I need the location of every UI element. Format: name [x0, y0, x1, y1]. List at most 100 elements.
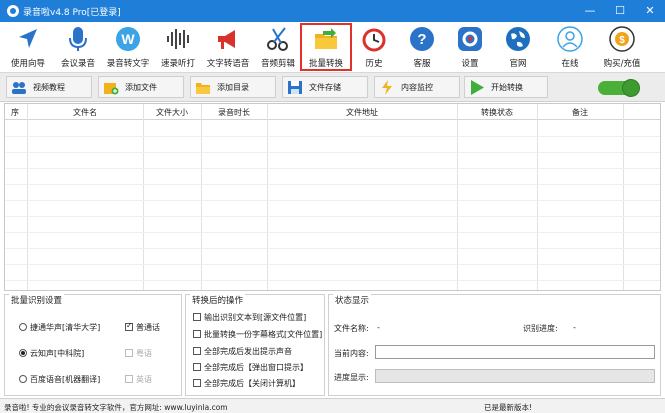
after-convert-option-2[interactable]: 批量转换一份字幕格式[文件位置] — [193, 329, 322, 340]
add-folder-button[interactable]: 添加目录 — [190, 76, 276, 98]
start-convert-label: 开始转换 — [491, 83, 523, 92]
checkbox-icon[interactable] — [193, 330, 201, 338]
after-convert-option-1[interactable]: 输出识别文本到[源文件位置] — [193, 312, 306, 323]
language-option-english[interactable]: 英语 — [125, 374, 152, 385]
toolbar-label: 购买/充值 — [603, 59, 641, 69]
add-file-button[interactable]: 添加文件 — [98, 76, 184, 98]
file-save-button[interactable]: 文件存储 — [282, 76, 368, 98]
checkbox-icon[interactable] — [125, 375, 133, 383]
column-header-status[interactable]: 转换状态 — [457, 107, 537, 118]
progress-label: 识别进度: — [523, 324, 558, 333]
language-cantonese-label: 粤语 — [136, 349, 152, 358]
table-row[interactable] — [5, 264, 660, 265]
status-title: 状态显示 — [333, 294, 372, 306]
toolbar-settings-button[interactable]: 设置 — [444, 23, 496, 71]
table-row[interactable] — [5, 168, 660, 169]
add-file-label: 添加文件 — [125, 83, 157, 92]
table-row[interactable] — [5, 200, 660, 201]
toggle-knob — [622, 79, 640, 97]
language-option-mandarin[interactable]: 普通话 — [125, 321, 160, 333]
checkbox-icon[interactable] — [193, 347, 201, 355]
table-row[interactable] — [5, 152, 660, 153]
column-header-index[interactable]: 序 — [11, 107, 25, 118]
batch-settings-panel: 批量识别设置 捷通华声[清华大学] 云知声[中科院] 百度语音[机器翻译] 普通… — [4, 294, 182, 396]
current-content-label: 当前内容: — [334, 349, 369, 358]
toolbar-meeting-record-button[interactable]: 会议录音 — [52, 23, 104, 71]
after-convert-option-4[interactable]: 全部完成后【弹出窗口提示】 — [193, 362, 308, 373]
toolbar-label: 批量转换 — [308, 59, 343, 69]
app-logo-icon — [7, 5, 19, 17]
checkbox-checked-icon[interactable] — [125, 321, 133, 331]
maximize-button[interactable]: ☐ — [605, 0, 635, 22]
engine-option-1[interactable]: 捷通华声[清华大学] — [19, 322, 100, 333]
table-row[interactable] — [5, 280, 660, 281]
toolbar-history-button[interactable]: 历史 — [348, 23, 400, 71]
table-row[interactable] — [5, 232, 660, 233]
status-panel: 状态显示 文件名称: - 识别进度: - 当前内容: 进度显示: — [328, 294, 661, 396]
coin-icon: $ — [609, 26, 635, 52]
close-button[interactable]: ✕ — [635, 0, 665, 22]
radio-selected-icon[interactable] — [19, 349, 27, 357]
video-tutorial-button[interactable]: 视频教程 — [6, 76, 92, 98]
checkbox-icon[interactable] — [193, 379, 201, 387]
table-row[interactable] — [5, 248, 660, 249]
toolbar-purchase-button[interactable]: $ 购买/充值 — [596, 23, 648, 71]
progress-display-label: 进度显示: — [334, 373, 369, 382]
folder-icon — [315, 28, 337, 49]
toolbar-label: 会议录音 — [60, 59, 95, 69]
word-icon: W — [116, 27, 140, 51]
toolbar-website-button[interactable]: 官网 — [492, 23, 544, 71]
status-bar: 录音啦! 专业的会议录音转文字软件，官方网址: www.luyinla.com … — [0, 398, 665, 413]
history-icon — [362, 28, 386, 52]
settings-icon — [458, 27, 482, 51]
toolbar-online-button[interactable]: 在线 — [544, 23, 596, 71]
title-bar: 录音啦v4.8 Pro[已登录] — ☐ ✕ — [0, 0, 665, 22]
current-content-field[interactable] — [375, 345, 655, 359]
column-header-filename[interactable]: 文件名 — [27, 107, 143, 118]
toolbar-dictation-button[interactable]: 速录听打 — [152, 23, 204, 71]
column-header-notes[interactable]: 备注 — [537, 107, 623, 118]
column-divider — [457, 104, 458, 290]
toolbar-guide-button[interactable]: 使用向导 — [2, 23, 54, 71]
guide-icon — [19, 29, 37, 48]
column-divider — [201, 104, 202, 290]
after-convert-option-5[interactable]: 全部完成后【关闭计算机】 — [193, 378, 300, 389]
file-name-value: - — [377, 323, 380, 332]
toggle-switch[interactable] — [598, 79, 640, 97]
toolbar-text-to-speech-button[interactable]: 文字转语音 — [202, 23, 254, 71]
engine-option-2[interactable]: 云知声[中科院] — [19, 348, 84, 359]
toolbar-label: 设置 — [461, 59, 479, 69]
globe-icon — [506, 27, 530, 51]
language-option-cantonese[interactable]: 粤语 — [125, 348, 152, 359]
engine-option-3-label: 百度语音[机器翻译] — [30, 375, 101, 384]
column-header-path[interactable]: 文件地址 — [267, 107, 457, 118]
svg-text:W: W — [121, 31, 135, 47]
table-row[interactable] — [5, 216, 660, 217]
toolbar-batch-convert-button[interactable]: 批量转换 — [300, 23, 352, 71]
table-row[interactable] — [5, 136, 660, 137]
radio-icon[interactable] — [19, 323, 27, 331]
checkbox-icon[interactable] — [125, 349, 133, 357]
checkbox-icon[interactable] — [193, 363, 201, 371]
column-header-filesize[interactable]: 文件大小 — [143, 107, 201, 118]
checkbox-icon[interactable] — [193, 313, 201, 321]
action-toolbar: 视频教程 添加文件 添加目录 文件存储 内容监控 开始转换 — [0, 72, 665, 102]
content-monitor-button[interactable]: 内容监控 — [374, 76, 460, 98]
engine-option-3[interactable]: 百度语音[机器翻译] — [19, 374, 100, 385]
toolbar-support-button[interactable]: ? 客服 — [396, 23, 448, 71]
radio-icon[interactable] — [19, 375, 27, 383]
video-tutorial-label: 视频教程 — [33, 83, 65, 92]
minimize-button[interactable]: — — [575, 0, 605, 22]
toolbar-audio-edit-button[interactable]: 音频剪辑 — [252, 23, 304, 71]
after-convert-option-3-label: 全部完成后发出提示声音 — [204, 347, 292, 356]
file-save-label: 文件存储 — [309, 83, 341, 92]
after-convert-option-3[interactable]: 全部完成后发出提示声音 — [193, 346, 292, 357]
main-toolbar: 使用向导 会议录音 W 录音转文字 速录听打 文字转语音 音频剪辑 批量转换 历… — [0, 22, 665, 72]
table-row[interactable] — [5, 184, 660, 185]
content-monitor-label: 内容监控 — [401, 83, 433, 92]
column-header-duration[interactable]: 录音时长 — [201, 107, 267, 118]
toolbar-audio-to-text-button[interactable]: W 录音转文字 — [102, 23, 154, 71]
toolbar-label: 录音转文字 — [106, 59, 150, 69]
start-convert-button[interactable]: 开始转换 — [464, 76, 548, 98]
svg-text:?: ? — [417, 31, 426, 48]
